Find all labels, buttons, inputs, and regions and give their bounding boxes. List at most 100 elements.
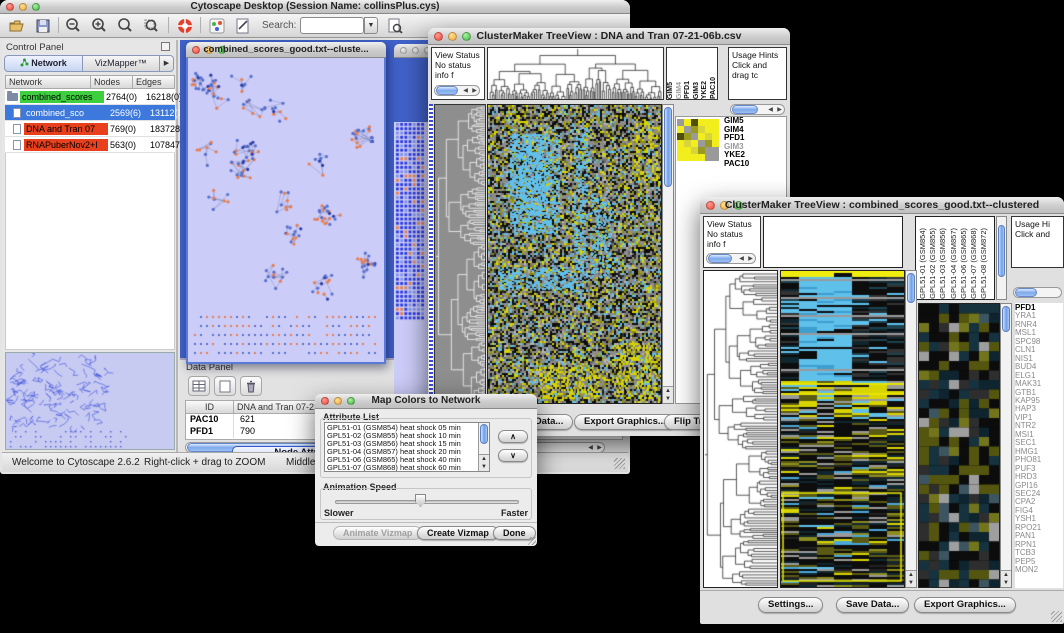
save-icon[interactable] xyxy=(34,17,52,40)
matrix-cell[interactable] xyxy=(691,140,698,147)
matrix-cell[interactable] xyxy=(684,133,691,140)
heatmap-panel[interactable] xyxy=(487,104,662,404)
matrix-cell[interactable] xyxy=(712,154,719,161)
search-input[interactable] xyxy=(300,17,364,34)
background-window-fragment[interactable] xyxy=(394,44,428,364)
matrix-cell[interactable] xyxy=(698,119,705,126)
matrix-cell[interactable] xyxy=(691,119,698,126)
matrix-cell[interactable] xyxy=(705,126,712,133)
matrix-cell[interactable] xyxy=(712,147,719,154)
speed-slider-track[interactable] xyxy=(335,500,519,504)
data-col-id[interactable]: ID xyxy=(186,401,234,414)
birdseye-view[interactable] xyxy=(5,352,175,450)
usage-hints-scrollbar[interactable]: ◀ ▶ xyxy=(730,104,785,115)
search-dropdown-icon[interactable]: ▼ xyxy=(364,17,378,34)
scroll-left-icon[interactable]: ◀ xyxy=(461,86,470,96)
row-dendrogram-canvas[interactable] xyxy=(435,105,485,403)
create-vizmap-button[interactable]: Create Vizmap xyxy=(417,526,499,540)
network-list-empty-area[interactable] xyxy=(5,153,175,350)
column-label[interactable]: GPL51-04 (GSM857) xyxy=(949,228,959,299)
fragment-network-canvas[interactable] xyxy=(395,122,427,322)
matrix-cell[interactable] xyxy=(677,154,684,161)
fragment-titlebar[interactable] xyxy=(394,44,428,58)
heatmap-panel[interactable] xyxy=(780,270,905,588)
column-label[interactable]: PFD1 xyxy=(684,81,692,99)
matrix-cell[interactable] xyxy=(712,119,719,126)
matrix-cell[interactable] xyxy=(705,119,712,126)
close-icon[interactable] xyxy=(400,47,407,54)
correlation-matrix[interactable] xyxy=(677,119,719,161)
scroll-right-icon[interactable]: ▶ xyxy=(595,444,604,451)
scroll-arrows[interactable]: ▲▼ xyxy=(1001,570,1011,587)
matrix-cell[interactable] xyxy=(698,133,705,140)
heatmap-v-scrollbar[interactable]: ▲▼ xyxy=(905,270,917,588)
zoom-fit-icon[interactable] xyxy=(116,17,134,40)
save-data-button[interactable]: Save Data... xyxy=(836,597,909,613)
row-dendrogram-canvas[interactable] xyxy=(704,271,777,587)
scroll-right-icon[interactable]: ▶ xyxy=(775,106,784,113)
column-label[interactable]: GPL51-01 (GSM854) xyxy=(918,228,928,299)
main-resize-grip[interactable] xyxy=(614,458,625,469)
zoom-in-icon[interactable] xyxy=(90,17,108,40)
move-down-button[interactable]: ∨ xyxy=(498,449,528,462)
column-label[interactable]: GPL51-02 (GSM855) xyxy=(928,228,938,299)
matrix-cell[interactable] xyxy=(705,133,712,140)
network-list-row[interactable]: RNAPuberNov2+I563(0)107847(0) xyxy=(5,137,175,153)
scroll-arrows[interactable]: ▲▼ xyxy=(906,570,916,587)
matrix-cell[interactable] xyxy=(698,126,705,133)
scroll-right-icon[interactable]: ▶ xyxy=(470,86,479,96)
attribute-listbox[interactable]: GPL51-01 (GSM854) heat shock 05 minGPL51… xyxy=(324,422,490,472)
attribute-list-scrollbar[interactable]: ▲▼ xyxy=(478,423,489,471)
column-label[interactable]: GIM4 xyxy=(676,82,684,99)
column-label[interactable]: GPL51-03 (GSM856) xyxy=(938,228,948,299)
matrix-cell[interactable] xyxy=(684,140,691,147)
scroll-arrows[interactable]: ▲▼ xyxy=(663,386,673,403)
row-dendrogram-panel[interactable] xyxy=(703,270,778,588)
matrix-cell[interactable] xyxy=(684,147,691,154)
zoom-heatmap-canvas[interactable] xyxy=(919,304,999,587)
dialog-resize-grip[interactable] xyxy=(528,537,536,545)
matrix-cell[interactable] xyxy=(684,126,691,133)
annotation-icon[interactable] xyxy=(234,17,252,40)
matrix-cell[interactable] xyxy=(712,140,719,147)
heatmap-canvas[interactable] xyxy=(488,105,661,403)
column-labels-scrollbar[interactable] xyxy=(996,216,1007,300)
export-graphics-button[interactable]: Export Graphics... xyxy=(914,597,1016,613)
scroll-left-icon[interactable]: ◀ xyxy=(766,106,775,113)
matrix-cell[interactable] xyxy=(677,119,684,126)
matrix-cell[interactable] xyxy=(691,147,698,154)
column-label[interactable]: GPL51-08 (GSM872) xyxy=(979,228,989,299)
delete-attribute-button[interactable] xyxy=(240,376,262,396)
scroll-left-icon[interactable]: ◀ xyxy=(586,444,595,451)
col-network[interactable]: Network xyxy=(5,75,91,89)
column-dendrogram-panel[interactable] xyxy=(763,216,903,268)
move-up-button[interactable]: ∧ xyxy=(498,430,528,443)
row-dendrogram-panel[interactable] xyxy=(434,104,486,404)
treeview-combined-titlebar[interactable]: ClusterMaker TreeView : combined_scores_… xyxy=(700,197,1064,214)
open-folder-icon[interactable] xyxy=(8,17,26,40)
network-list-row[interactable]: DNA and Tran 07769(0)183728(0) xyxy=(5,121,175,137)
matrix-cell[interactable] xyxy=(691,133,698,140)
tab-vizmapper[interactable]: VizMapper™ xyxy=(83,55,161,72)
scroll-right-icon[interactable]: ▶ xyxy=(746,254,755,264)
matrix-cell[interactable] xyxy=(705,154,712,161)
column-dendrogram-panel[interactable] xyxy=(487,47,664,100)
matrix-cell[interactable] xyxy=(677,140,684,147)
network-list-row[interactable]: combined_sco2569(6)13112(15) xyxy=(5,105,175,121)
table-mode-button[interactable] xyxy=(188,376,210,396)
new-attribute-button[interactable] xyxy=(214,376,236,396)
view-status-scrollbar[interactable]: ◀ ▶ xyxy=(434,85,480,96)
main-titlebar[interactable]: Cytoscape Desktop (Session Name: collins… xyxy=(0,0,630,14)
matrix-cell[interactable] xyxy=(691,154,698,161)
matrix-cell[interactable] xyxy=(698,147,705,154)
matrix-cell[interactable] xyxy=(698,154,705,161)
birdseye-canvas[interactable] xyxy=(6,353,174,449)
network-list-row[interactable]: combined_scores2764(0)16218(0) xyxy=(5,89,175,105)
column-label[interactable]: GPL51-06 (GSM865) xyxy=(959,228,969,299)
float-panel-icon[interactable] xyxy=(161,42,170,51)
col-edges[interactable]: Edges xyxy=(133,75,175,89)
matrix-cell[interactable] xyxy=(691,126,698,133)
network-view-canvas[interactable] xyxy=(188,58,384,360)
scroll-left-icon[interactable]: ◀ xyxy=(737,254,746,264)
column-label[interactable]: GIM5 xyxy=(667,82,675,99)
